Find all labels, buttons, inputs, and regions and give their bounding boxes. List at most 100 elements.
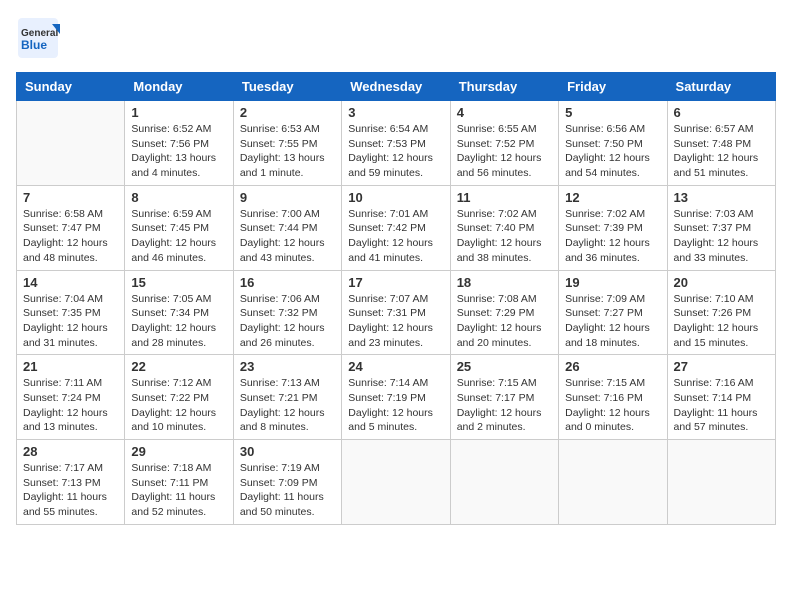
header-cell-monday: Monday [125,73,233,101]
calendar-cell: 18 Sunrise: 7:08 AM Sunset: 7:29 PM Dayli… [450,270,558,355]
day-number: 21 [23,359,118,374]
day-number: 12 [565,190,660,205]
calendar-cell: 13 Sunrise: 7:03 AM Sunset: 7:37 PM Dayli… [667,185,775,270]
day-info: Sunrise: 7:15 AM Sunset: 7:16 PM Dayligh… [565,376,660,435]
day-info: Sunrise: 6:56 AM Sunset: 7:50 PM Dayligh… [565,122,660,181]
header-row: SundayMondayTuesdayWednesdayThursdayFrid… [17,73,776,101]
day-number: 19 [565,275,660,290]
day-info: Sunrise: 6:54 AM Sunset: 7:53 PM Dayligh… [348,122,443,181]
day-number: 26 [565,359,660,374]
calendar-cell: 9Sunrise: 7:00 AM Sunset: 7:44 PM Daylig… [233,185,341,270]
day-info: Sunrise: 6:55 AM Sunset: 7:52 PM Dayligh… [457,122,552,181]
day-info: Sunrise: 6:52 AM Sunset: 7:56 PM Dayligh… [131,122,226,181]
day-info: Sunrise: 7:08 AM Sunset: 7:29 PM Dayligh… [457,292,552,351]
calendar-cell: 8 Sunrise: 6:59 AM Sunset: 7:45 PM Daylig… [125,185,233,270]
day-info: Sunrise: 7:01 AM Sunset: 7:42 PM Dayligh… [348,207,443,266]
calendar-cell: 2 Sunrise: 6:53 AM Sunset: 7:55 PM Daylig… [233,101,341,186]
day-number: 20 [674,275,769,290]
day-info: Sunrise: 7:07 AM Sunset: 7:31 PM Dayligh… [348,292,443,351]
header-cell-friday: Friday [559,73,667,101]
day-info: Sunrise: 7:02 AM Sunset: 7:40 PM Dayligh… [457,207,552,266]
header-cell-saturday: Saturday [667,73,775,101]
day-info: Sunrise: 7:19 AM Sunset: 7:09 PM Dayligh… [240,461,335,520]
calendar-cell: 14Sunrise: 7:04 AM Sunset: 7:35 PM Dayli… [17,270,125,355]
calendar-cell: 29 Sunrise: 7:18 AM Sunset: 7:11 PM Dayli… [125,440,233,525]
day-info: Sunrise: 7:05 AM Sunset: 7:34 PM Dayligh… [131,292,226,351]
calendar-cell: 6Sunrise: 6:57 AM Sunset: 7:48 PM Daylig… [667,101,775,186]
day-number: 24 [348,359,443,374]
day-info: Sunrise: 7:00 AM Sunset: 7:44 PM Dayligh… [240,207,335,266]
page-header: General Blue [16,16,776,60]
day-number: 27 [674,359,769,374]
logo: General Blue [16,16,62,60]
calendar-cell: 10 Sunrise: 7:01 AM Sunset: 7:42 PM Dayli… [342,185,450,270]
calendar-cell [450,440,558,525]
day-number: 16 [240,275,335,290]
calendar-header: SundayMondayTuesdayWednesdayThursdayFrid… [17,73,776,101]
day-number: 23 [240,359,335,374]
calendar-cell: 25Sunrise: 7:15 AM Sunset: 7:17 PM Dayli… [450,355,558,440]
day-info: Sunrise: 6:53 AM Sunset: 7:55 PM Dayligh… [240,122,335,181]
calendar-table: SundayMondayTuesdayWednesdayThursdayFrid… [16,72,776,525]
calendar-cell: 26 Sunrise: 7:15 AM Sunset: 7:16 PM Dayli… [559,355,667,440]
calendar-cell: 4Sunrise: 6:55 AM Sunset: 7:52 PM Daylig… [450,101,558,186]
calendar-cell: 3 Sunrise: 6:54 AM Sunset: 7:53 PM Daylig… [342,101,450,186]
day-number: 11 [457,190,552,205]
day-number: 17 [348,275,443,290]
calendar-cell: 17 Sunrise: 7:07 AM Sunset: 7:31 PM Dayli… [342,270,450,355]
calendar-cell: 21 Sunrise: 7:11 AM Sunset: 7:24 PM Dayli… [17,355,125,440]
day-number: 8 [131,190,226,205]
header-cell-wednesday: Wednesday [342,73,450,101]
day-number: 13 [674,190,769,205]
calendar-cell: 24 Sunrise: 7:14 AM Sunset: 7:19 PM Dayli… [342,355,450,440]
week-row-2: 14Sunrise: 7:04 AM Sunset: 7:35 PM Dayli… [17,270,776,355]
day-info: Sunrise: 7:14 AM Sunset: 7:19 PM Dayligh… [348,376,443,435]
calendar-cell: 12 Sunrise: 7:02 AM Sunset: 7:39 PM Dayli… [559,185,667,270]
calendar-cell: 19 Sunrise: 7:09 AM Sunset: 7:27 PM Dayli… [559,270,667,355]
day-number: 28 [23,444,118,459]
day-number: 18 [457,275,552,290]
day-info: Sunrise: 7:18 AM Sunset: 7:11 PM Dayligh… [131,461,226,520]
day-info: Sunrise: 7:16 AM Sunset: 7:14 PM Dayligh… [674,376,769,435]
day-number: 5 [565,105,660,120]
day-info: Sunrise: 7:10 AM Sunset: 7:26 PM Dayligh… [674,292,769,351]
calendar-cell: 15Sunrise: 7:05 AM Sunset: 7:34 PM Dayli… [125,270,233,355]
header-cell-tuesday: Tuesday [233,73,341,101]
day-number: 2 [240,105,335,120]
calendar-cell: 22Sunrise: 7:12 AM Sunset: 7:22 PM Dayli… [125,355,233,440]
calendar-cell: 23Sunrise: 7:13 AM Sunset: 7:21 PM Dayli… [233,355,341,440]
day-info: Sunrise: 6:57 AM Sunset: 7:48 PM Dayligh… [674,122,769,181]
day-info: Sunrise: 7:09 AM Sunset: 7:27 PM Dayligh… [565,292,660,351]
day-number: 3 [348,105,443,120]
calendar-cell: 7 Sunrise: 6:58 AM Sunset: 7:47 PM Daylig… [17,185,125,270]
calendar-cell: 5 Sunrise: 6:56 AM Sunset: 7:50 PM Daylig… [559,101,667,186]
calendar-cell [17,101,125,186]
header-cell-thursday: Thursday [450,73,558,101]
day-info: Sunrise: 6:58 AM Sunset: 7:47 PM Dayligh… [23,207,118,266]
calendar-cell [667,440,775,525]
day-info: Sunrise: 7:06 AM Sunset: 7:32 PM Dayligh… [240,292,335,351]
day-number: 22 [131,359,226,374]
day-info: Sunrise: 6:59 AM Sunset: 7:45 PM Dayligh… [131,207,226,266]
calendar-cell: 16 Sunrise: 7:06 AM Sunset: 7:32 PM Dayli… [233,270,341,355]
day-info: Sunrise: 7:11 AM Sunset: 7:24 PM Dayligh… [23,376,118,435]
calendar-cell [342,440,450,525]
week-row-4: 28Sunrise: 7:17 AM Sunset: 7:13 PM Dayli… [17,440,776,525]
calendar-cell: 28Sunrise: 7:17 AM Sunset: 7:13 PM Dayli… [17,440,125,525]
day-number: 29 [131,444,226,459]
calendar-cell: 11 Sunrise: 7:02 AM Sunset: 7:40 PM Dayli… [450,185,558,270]
calendar-cell: 20 Sunrise: 7:10 AM Sunset: 7:26 PM Dayli… [667,270,775,355]
day-number: 10 [348,190,443,205]
day-info: Sunrise: 7:02 AM Sunset: 7:39 PM Dayligh… [565,207,660,266]
calendar-cell: 30 Sunrise: 7:19 AM Sunset: 7:09 PM Dayli… [233,440,341,525]
day-number: 7 [23,190,118,205]
week-row-1: 7 Sunrise: 6:58 AM Sunset: 7:47 PM Daylig… [17,185,776,270]
logo-icon: General Blue [16,16,60,60]
day-info: Sunrise: 7:03 AM Sunset: 7:37 PM Dayligh… [674,207,769,266]
calendar-cell [559,440,667,525]
svg-text:Blue: Blue [21,38,47,52]
day-info: Sunrise: 7:15 AM Sunset: 7:17 PM Dayligh… [457,376,552,435]
week-row-3: 21 Sunrise: 7:11 AM Sunset: 7:24 PM Dayli… [17,355,776,440]
calendar-cell: 1Sunrise: 6:52 AM Sunset: 7:56 PM Daylig… [125,101,233,186]
day-number: 30 [240,444,335,459]
